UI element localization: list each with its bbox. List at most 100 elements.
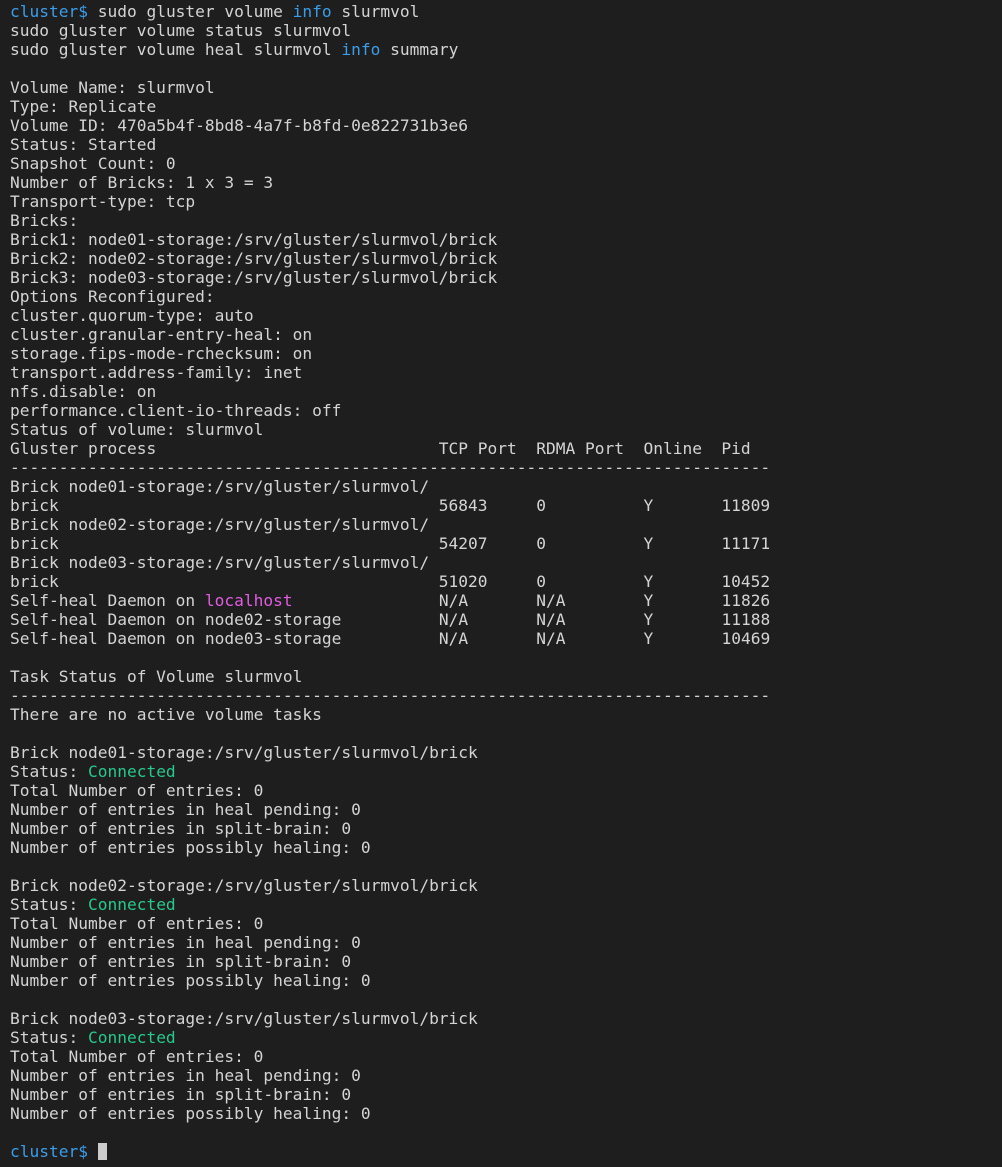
daemon-values: N/A N/A Y 10469 [341, 629, 771, 648]
table-separator: ----------------------------------------… [10, 686, 995, 705]
heal-entry-text: Total Number of entries: 0 [10, 1047, 264, 1066]
heal-entry-text: Number of entries in split-brain: 0 [10, 819, 352, 838]
connected-status: Connected [87, 895, 176, 914]
daemon-label: Self-heal Daemon on [10, 629, 205, 648]
heal-entry-line: Number of entries possibly healing: 0 [10, 1104, 995, 1123]
command-keyword: info [341, 40, 381, 59]
volume-info-line: Snapshot Count: 0 [10, 154, 995, 173]
volume-info-line: Options Reconfigured: [10, 287, 995, 306]
daemon-values: N/A N/A Y 11188 [341, 610, 771, 629]
final-prompt-line: cluster$ [10, 1142, 995, 1161]
heal-entry-text: Number of entries in split-brain: 0 [10, 1085, 352, 1104]
volume-info-line: Volume Name: slurmvol [10, 78, 995, 97]
volume-info-line: nfs.disable: on [10, 382, 995, 401]
connected-status: Connected [87, 1028, 176, 1047]
task-status-title-text: Task Status of Volume slurmvol [10, 667, 303, 686]
volume-info-text: nfs.disable: on [10, 382, 157, 401]
volume-info-line: Status of volume: slurmvol [10, 420, 995, 439]
brick-process-name: Brick node03-storage:/srv/gluster/slurmv… [10, 553, 430, 572]
command-text: summary [380, 40, 459, 59]
heal-entry-text: Number of entries in heal pending: 0 [10, 933, 361, 952]
daemon-host: node03-storage [204, 629, 342, 648]
table-row: Self-heal Daemon on node02-storage N/A N… [10, 610, 995, 629]
heal-entry-text: Number of entries possibly healing: 0 [10, 1104, 371, 1123]
heal-status-label: Status: [10, 762, 88, 781]
heal-entry-line: Number of entries in split-brain: 0 [10, 1085, 995, 1104]
volume-info-text: Volume Name: slurmvol [10, 78, 215, 97]
cursor-block[interactable] [97, 1143, 107, 1160]
table-row: brick 56843 0 Y 11809 [10, 496, 995, 515]
heal-entry-text: Number of entries possibly healing: 0 [10, 838, 371, 857]
volume-info-line: Brick1: node01-storage:/srv/gluster/slur… [10, 230, 995, 249]
heal-entry-text: Total Number of entries: 0 [10, 781, 264, 800]
volume-info-text: cluster.quorum-type: auto [10, 306, 254, 325]
volume-info-text: transport.address-family: inet [10, 363, 303, 382]
volume-info-text: storage.fips-mode-rchecksum: on [10, 344, 313, 363]
daemon-label: Self-heal Daemon on [10, 591, 205, 610]
volume-info-text: Brick1: node01-storage:/srv/gluster/slur… [10, 230, 498, 249]
volume-info-text: Bricks: [10, 211, 79, 230]
volume-info-line: storage.fips-mode-rchecksum: on [10, 344, 995, 363]
heal-entry-text: Number of entries in heal pending: 0 [10, 1066, 361, 1085]
separator-text: ----------------------------------------… [10, 686, 771, 705]
volume-info-text: Options Reconfigured: [10, 287, 215, 306]
heal-brick-line: Brick node03-storage:/srv/gluster/slurmv… [10, 1009, 995, 1028]
volume-info-line: cluster.quorum-type: auto [10, 306, 995, 325]
daemon-host: node02-storage [204, 610, 342, 629]
volume-info-line: Status: Started [10, 135, 995, 154]
brick-process-values: brick 51020 0 Y 10452 [10, 572, 771, 591]
heal-status-label: Status: [10, 1028, 88, 1047]
heal-entry-line: Total Number of entries: 0 [10, 781, 995, 800]
heal-entry-line: Number of entries in split-brain: 0 [10, 952, 995, 971]
volume-info-text: Volume ID: 470a5b4f-8bd8-4a7f-b8fd-0e822… [10, 116, 469, 135]
brick-process-values: brick 56843 0 Y 11809 [10, 496, 771, 515]
task-status-title: Task Status of Volume slurmvol [10, 667, 995, 686]
volume-info-text: Number of Bricks: 1 x 3 = 3 [10, 173, 274, 192]
shell-prompt: cluster$ [10, 2, 88, 21]
daemon-values: N/A N/A Y 11826 [292, 591, 771, 610]
volume-info-text: performance.client-io-threads: off [10, 401, 342, 420]
volume-info-line: performance.client-io-threads: off [10, 401, 995, 420]
command-line: sudo gluster volume status slurmvol [10, 21, 995, 40]
volume-info-line: Brick3: node03-storage:/srv/gluster/slur… [10, 268, 995, 287]
brick-process-name: Brick node01-storage:/srv/gluster/slurmv… [10, 477, 430, 496]
command-text: sudo gluster volume heal slurmvol [10, 40, 342, 59]
heal-entry-line: Total Number of entries: 0 [10, 1047, 995, 1066]
volume-info-text: Brick3: node03-storage:/srv/gluster/slur… [10, 268, 498, 287]
daemon-host: localhost [204, 591, 293, 610]
heal-brick-name: Brick node01-storage:/srv/gluster/slurmv… [10, 743, 478, 762]
separator-text: ----------------------------------------… [10, 458, 771, 477]
command-keyword: info [292, 2, 332, 21]
volume-info-text: Snapshot Count: 0 [10, 154, 176, 173]
heal-entry-text: Number of entries in split-brain: 0 [10, 952, 352, 971]
table-row: brick 54207 0 Y 11171 [10, 534, 995, 553]
connected-status: Connected [87, 762, 176, 781]
volume-info-line: Bricks: [10, 211, 995, 230]
table-row: Brick node01-storage:/srv/gluster/slurmv… [10, 477, 995, 496]
heal-status-line: Status: Connected [10, 1028, 995, 1047]
volume-info-text: cluster.granular-entry-heal: on [10, 325, 313, 344]
volume-info-line: transport.address-family: inet [10, 363, 995, 382]
command-line: cluster$ sudo gluster volume info slurmv… [10, 2, 995, 21]
volume-info-line: Transport-type: tcp [10, 192, 995, 211]
volume-info-line: cluster.granular-entry-heal: on [10, 325, 995, 344]
heal-entry-line: Number of entries possibly healing: 0 [10, 971, 995, 990]
heal-entry-line: Total Number of entries: 0 [10, 914, 995, 933]
brick-process-values: brick 54207 0 Y 11171 [10, 534, 771, 553]
heal-status-line: Status: Connected [10, 762, 995, 781]
terminal-window[interactable]: cluster$ sudo gluster volume info slurmv… [10, 2, 995, 1162]
volume-info-text: Status: Started [10, 135, 157, 154]
heal-entry-line: Number of entries in heal pending: 0 [10, 800, 995, 819]
command-text: slurmvol [331, 2, 420, 21]
table-separator: ----------------------------------------… [10, 458, 995, 477]
volume-info-text: Type: Replicate [10, 97, 157, 116]
heal-entry-line: Number of entries in split-brain: 0 [10, 819, 995, 838]
heal-brick-name: Brick node03-storage:/srv/gluster/slurmv… [10, 1009, 478, 1028]
heal-entry-line: Number of entries in heal pending: 0 [10, 1066, 995, 1085]
heal-status-label: Status: [10, 895, 88, 914]
